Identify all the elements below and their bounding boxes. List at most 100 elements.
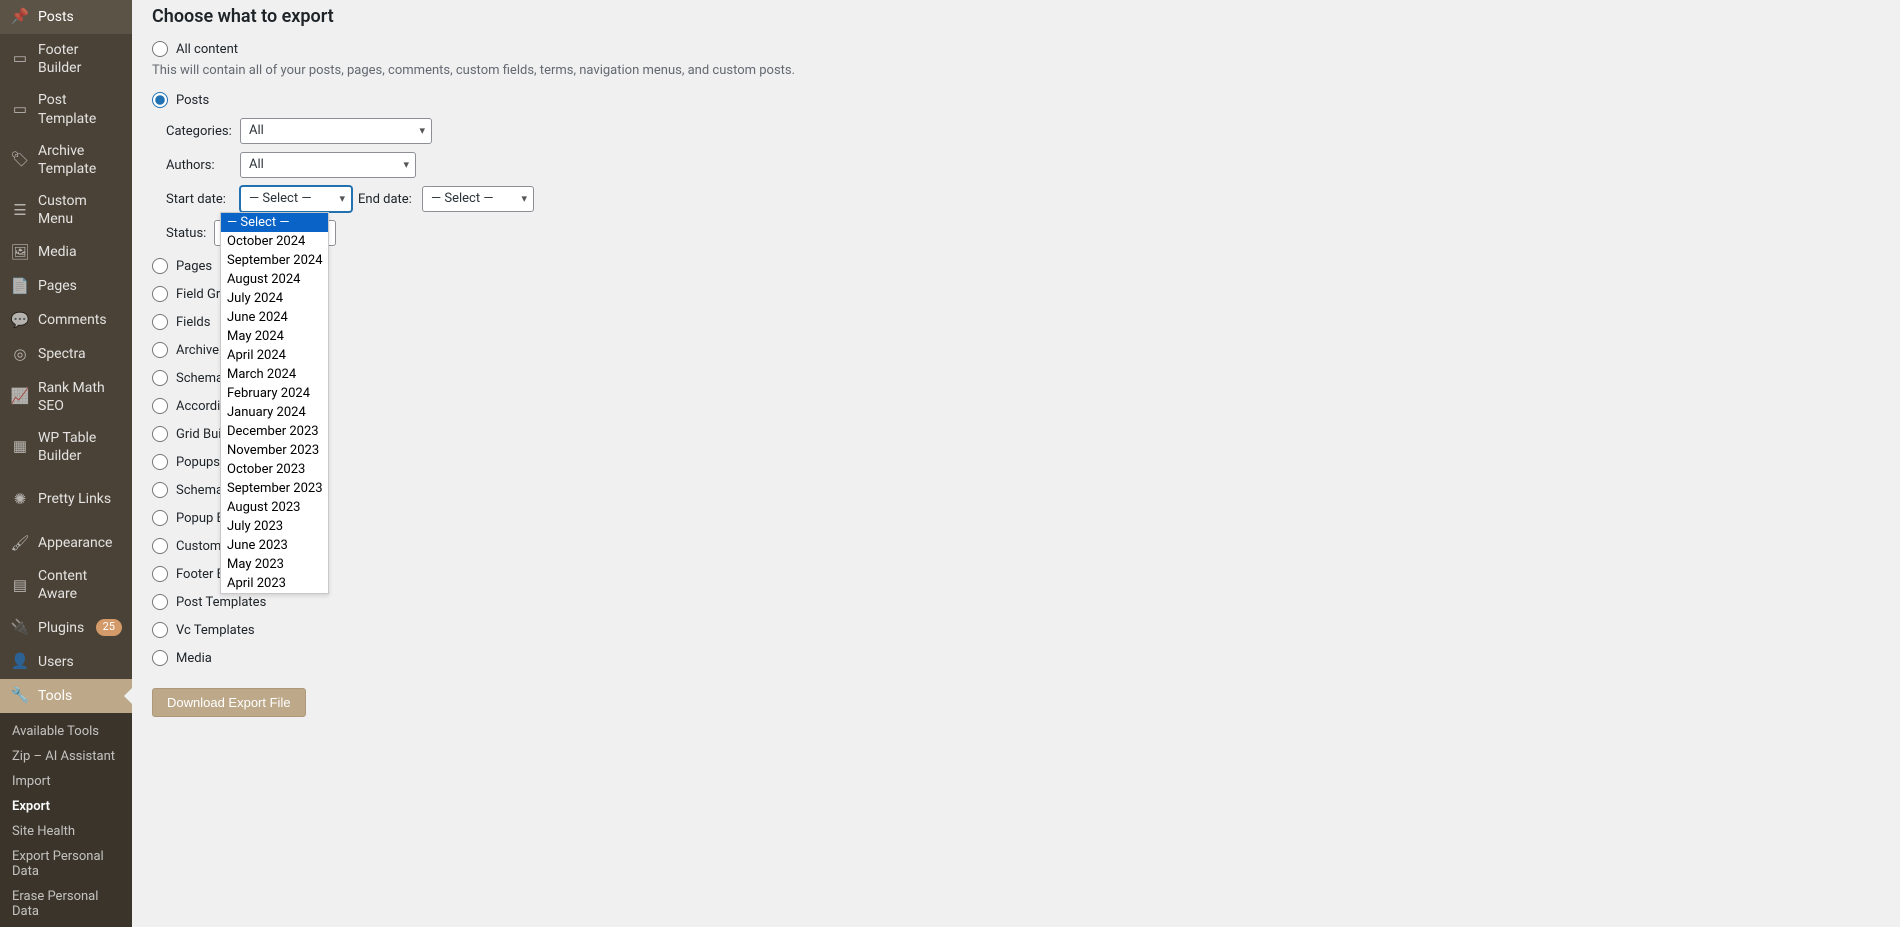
sidebar-item-label: Footer Builder <box>38 41 122 77</box>
submenu-item-available-tools[interactable]: Available Tools <box>0 719 132 744</box>
sidebar-item-rank-math-seo[interactable]: 📈Rank Math SEO <box>0 372 132 422</box>
sidebar-item-spectra[interactable]: ◎Spectra <box>0 338 132 372</box>
submenu-item-export-personal-data[interactable]: Export Personal Data <box>0 844 132 884</box>
radio-archive-templates-input[interactable] <box>152 342 168 358</box>
submenu-item-zip-ai-assistant[interactable]: Zip – AI Assistant <box>0 744 132 769</box>
date-option[interactable]: November 2023 <box>221 441 328 460</box>
date-option[interactable]: May 2024 <box>221 327 328 346</box>
sidebar-item-footer-builder[interactable]: ▭ Footer Builder <box>0 34 132 84</box>
radio-vc-templates-input[interactable] <box>152 622 168 638</box>
radio-footer-builders-input[interactable] <box>152 566 168 582</box>
filter-dates-row: Start date: — Select — End date: — Selec… <box>166 186 1880 212</box>
sidebar-item-archive-template[interactable]: 🏷Archive Template <box>0 135 132 185</box>
radio-field-groups[interactable]: Field Groups <box>152 286 1880 302</box>
date-option[interactable]: April 2024 <box>221 346 328 365</box>
radio-footer-builders[interactable]: Footer Builders <box>152 566 1880 582</box>
radio-all-content[interactable]: All content <box>152 41 1880 57</box>
radio-label: Fields <box>176 315 210 330</box>
end-date-select[interactable]: — Select — <box>422 186 534 212</box>
radio-grid-builders-input[interactable] <box>152 426 168 442</box>
sidebar-item-custom-menu[interactable]: ☰Custom Menu <box>0 185 132 235</box>
sidebar-item-label: Pages <box>38 277 122 295</box>
date-option[interactable]: April 2023 <box>221 574 328 593</box>
radio-fields[interactable]: Fields <box>152 314 1880 330</box>
date-option[interactable]: March 2024 <box>221 365 328 384</box>
submenu-item-erase-personal-data[interactable]: Erase Personal Data <box>0 884 132 924</box>
sidebar-item-posts[interactable]: 📌Posts <box>0 0 132 34</box>
sidebar-item-plugins[interactable]: 🔌Plugins25 <box>0 611 132 645</box>
download-export-button[interactable]: Download Export File <box>152 688 306 717</box>
date-option[interactable]: — Select — <box>221 213 328 232</box>
start-date-select[interactable]: — Select — <box>240 186 352 212</box>
submenu-item-export[interactable]: Export <box>0 794 132 819</box>
date-option[interactable]: August 2024 <box>221 270 328 289</box>
authors-select[interactable]: All <box>240 152 416 178</box>
date-option[interactable]: August 2023 <box>221 498 328 517</box>
sidebar-item-media[interactable]: 🖼Media <box>0 236 132 270</box>
radio-popup-builders[interactable]: Popup Builders <box>152 510 1880 526</box>
radio-accordions-input[interactable] <box>152 398 168 414</box>
radio-label: Pages <box>176 259 212 274</box>
sidebar-item-wp-table-builder[interactable]: ▦WP Table Builder <box>0 422 132 472</box>
date-option[interactable]: July 2024 <box>221 289 328 308</box>
radio-field-groups-input[interactable] <box>152 286 168 302</box>
sidebar-item-content-aware[interactable]: ▤Content Aware <box>0 560 132 610</box>
radio-popup-builders-input[interactable] <box>152 510 168 526</box>
radio-grid-builders[interactable]: Grid Builders <box>152 426 1880 442</box>
radio-archive-templates[interactable]: Archive Templates <box>152 342 1880 358</box>
posts-icon: 📌 <box>10 7 30 27</box>
plugins-count-badge: 25 <box>96 619 122 635</box>
posts-filters: Categories: All Authors: All Start date:… <box>166 118 1880 246</box>
sidebar-item-comments[interactable]: 💬Comments <box>0 304 132 338</box>
radio-popups[interactable]: Popups <box>152 454 1880 470</box>
date-option[interactable]: January 2024 <box>221 403 328 422</box>
radio-custom-menus[interactable]: Custom Menus <box>152 538 1880 554</box>
date-option[interactable]: June 2023 <box>221 536 328 555</box>
radio-post-templates-input[interactable] <box>152 594 168 610</box>
date-option[interactable]: May 2023 <box>221 555 328 574</box>
radio-custom-menus-input[interactable] <box>152 538 168 554</box>
radio-schemas-input[interactable] <box>152 482 168 498</box>
date-option[interactable]: October 2023 <box>221 460 328 479</box>
radio-schema-templates[interactable]: Schema Templates <box>152 370 1880 386</box>
radio-pages[interactable]: Pages <box>152 258 1880 274</box>
date-option[interactable]: September 2023 <box>221 479 328 498</box>
sidebar-item-label: Post Template <box>38 91 122 127</box>
date-option[interactable]: June 2024 <box>221 308 328 327</box>
filter-categories-row: Categories: All <box>166 118 1880 144</box>
radio-media-input[interactable] <box>152 650 168 666</box>
radio-posts[interactable]: Posts <box>152 92 1880 108</box>
submenu-item-scheduled-actions[interactable]: Scheduled Actions <box>0 924 132 927</box>
submenu-item-site-health[interactable]: Site Health <box>0 819 132 844</box>
radio-posts-input[interactable] <box>152 92 168 108</box>
filter-status-row: Status: All <box>166 220 1880 246</box>
date-option[interactable]: December 2023 <box>221 422 328 441</box>
footer-builder-icon: ▭ <box>10 49 30 69</box>
submenu-item-import[interactable]: Import <box>0 769 132 794</box>
radio-post-templates[interactable]: Post Templates <box>152 594 1880 610</box>
radio-schemas[interactable]: Schemas <box>152 482 1880 498</box>
sidebar-item-users[interactable]: 👤Users <box>0 645 132 679</box>
sidebar-item-post-template[interactable]: ▭Post Template <box>0 84 132 134</box>
radio-vc-templates[interactable]: Vc Templates <box>152 622 1880 638</box>
date-option[interactable]: September 2024 <box>221 251 328 270</box>
appearance-icon: 🖌 <box>10 533 30 553</box>
sidebar-item-pretty-links[interactable]: ✺Pretty Links <box>0 482 132 516</box>
radio-schema-templates-input[interactable] <box>152 370 168 386</box>
radio-media[interactable]: Media <box>152 650 1880 666</box>
radio-all-content-input[interactable] <box>152 41 168 57</box>
date-option[interactable]: October 2024 <box>221 232 328 251</box>
categories-select[interactable]: All <box>240 118 432 144</box>
sidebar-item-appearance[interactable]: 🖌Appearance <box>0 526 132 560</box>
start-date-dropdown[interactable]: — Select —October 2024September 2024Augu… <box>220 212 329 594</box>
sidebar-item-pages[interactable]: 📄Pages <box>0 270 132 304</box>
radio-popups-input[interactable] <box>152 454 168 470</box>
sidebar-item-tools[interactable]: 🔧Tools <box>0 679 132 713</box>
date-option[interactable]: February 2024 <box>221 384 328 403</box>
users-icon: 👤 <box>10 652 30 672</box>
radio-fields-input[interactable] <box>152 314 168 330</box>
radio-accordions[interactable]: Accordions <box>152 398 1880 414</box>
date-option[interactable]: July 2023 <box>221 517 328 536</box>
radio-pages-input[interactable] <box>152 258 168 274</box>
custom-menu-icon: ☰ <box>10 200 30 220</box>
